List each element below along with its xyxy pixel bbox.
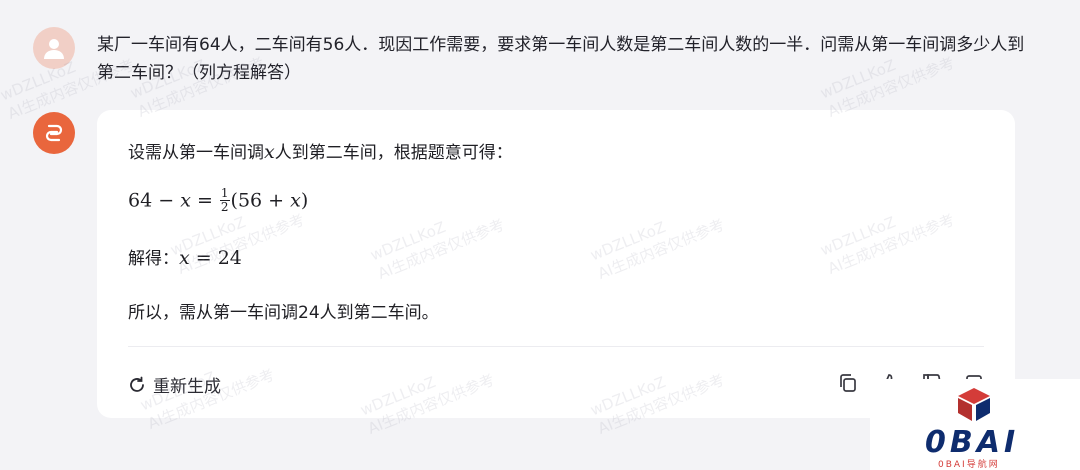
solution-value: = 24 xyxy=(189,247,242,269)
logo-subtitle: 0BAI导航网 xyxy=(938,460,1000,470)
intro-text-b: 人到第二车间，根据题意可得： xyxy=(274,143,513,163)
user-avatar xyxy=(33,27,75,69)
site-logo: 0BAI 0BAI导航网 xyxy=(870,379,1080,470)
intro-text-a: 设需从第一车间调 xyxy=(128,143,264,163)
eq-paren-open: (56 + xyxy=(230,189,291,212)
eq-equals: = xyxy=(190,189,219,212)
regenerate-label: 重新生成 xyxy=(153,377,221,397)
answer-intro: 设需从第一车间调x人到第二车间，根据题意可得： xyxy=(128,138,513,163)
conclusion: 所以，需从第一车间调24人到第二车间。 xyxy=(128,303,439,323)
user-message: 某厂一车间有64人，二车间有56人．现因工作需要，要求第一车间人数是第二车间人数… xyxy=(97,35,1025,83)
half-fraction: 12 xyxy=(219,186,230,214)
fraction-numerator: 1 xyxy=(219,186,230,201)
eq-paren-close: ) xyxy=(300,189,309,212)
assistant-avatar xyxy=(33,112,75,154)
copy-icon[interactable] xyxy=(837,372,859,394)
cube-logo-icon xyxy=(958,388,990,421)
assistant-answer-card: 设需从第一车间调x人到第二车间，根据题意可得： 64 − x = 1 2 (56 +… xyxy=(97,110,1015,418)
logo-text: 0BAI xyxy=(925,425,1020,460)
refresh-icon xyxy=(130,376,144,392)
user-silhouette-icon xyxy=(44,39,64,59)
regenerate-button[interactable]: 重新生成 xyxy=(127,372,221,397)
equation: 64 − x = 1 2 (56 + x) xyxy=(128,186,309,215)
eq-variable-2: x xyxy=(290,189,301,212)
solution-variable: x xyxy=(179,247,190,269)
fraction-denominator: 2 xyxy=(220,200,229,214)
card-divider xyxy=(128,346,984,347)
intro-variable: x xyxy=(264,141,275,163)
eq-left: 64 − xyxy=(128,189,181,212)
assistant-logo-icon xyxy=(45,124,63,142)
eq-variable: x xyxy=(180,189,191,212)
solution-line: 解得：x = 24 xyxy=(128,244,242,269)
solution-label: 解得： xyxy=(128,249,179,269)
